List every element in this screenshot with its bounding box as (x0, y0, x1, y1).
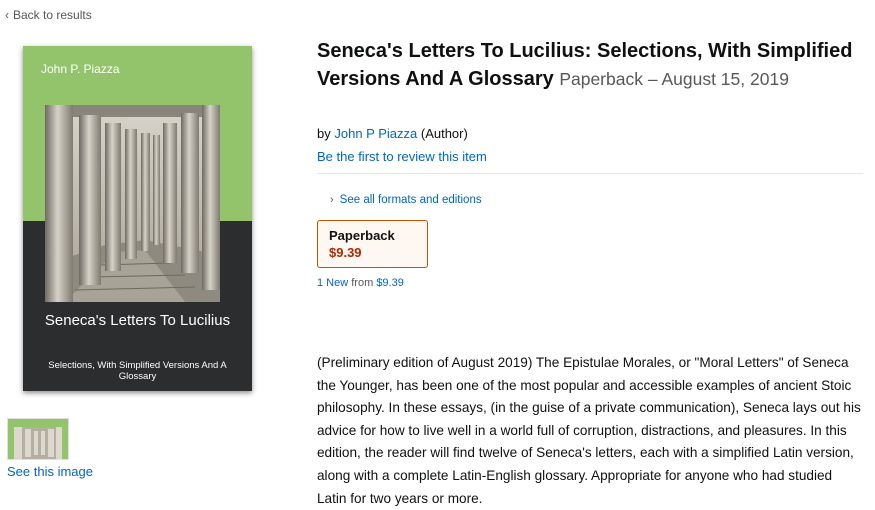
new-offers-link[interactable]: 1 New (317, 277, 348, 289)
chevron-left-icon: ‹ (5, 8, 9, 22)
divider (317, 173, 863, 174)
see-this-image-link[interactable]: See this image (7, 464, 93, 479)
cover-author: John P. Piazza (41, 62, 120, 76)
by-label: by (317, 126, 331, 141)
format-date: Paperback – August 15, 2019 (559, 69, 789, 89)
cover-subtitle: Selections, With Simplified Versions And… (48, 360, 227, 382)
see-all-formats-link[interactable]: › See all formats and editions (330, 194, 482, 206)
back-to-results-link[interactable]: ‹ Back to results (5, 8, 92, 22)
from-price-link[interactable]: $9.39 (376, 277, 404, 289)
first-review-link[interactable]: Be the first to review this item (317, 149, 487, 164)
book-cover-image[interactable]: John P. Piazza Seneca's Letters To Lucil… (23, 46, 252, 391)
from-label: from (351, 277, 374, 289)
product-title: Seneca's Letters To Lucilius: Selections… (317, 37, 862, 93)
cover-title: Seneca's Letters To Lucilius (44, 312, 231, 329)
swatch-price: $9.39 (329, 245, 362, 260)
cover-thumbnail[interactable] (7, 418, 69, 460)
format-swatch-paperback[interactable]: Paperback $9.39 (317, 220, 428, 268)
chevron-right-icon: › (330, 194, 334, 206)
back-label: Back to results (13, 8, 92, 22)
author-link[interactable]: John P Piazza (334, 126, 417, 141)
product-description: (Preliminary edition of August 2019) The… (317, 355, 861, 506)
author-role: (Author) (420, 126, 468, 141)
offers-line: 1 New from $9.39 (317, 277, 404, 289)
colonnade-photo (45, 105, 220, 302)
formats-label: See all formats and editions (339, 194, 482, 206)
byline: by John P Piazza (Author) (317, 126, 468, 141)
swatch-format: Paperback (329, 228, 395, 243)
